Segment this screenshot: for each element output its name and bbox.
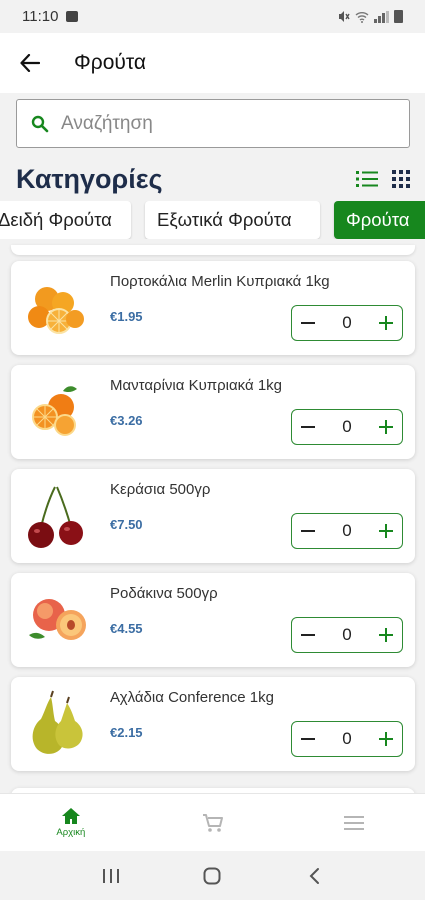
mute-icon	[339, 11, 350, 22]
categories-title: Κατηγορίες	[16, 163, 163, 194]
quantity-value: 0	[342, 729, 352, 748]
product-card[interactable]: Κεράσια 500γρ €7.50 0	[11, 469, 415, 563]
chevron-left-icon	[309, 867, 320, 884]
oranges-image	[28, 287, 84, 334]
minus-icon	[301, 530, 315, 532]
status-time: 11:10	[22, 8, 59, 25]
increment-button[interactable]	[370, 618, 402, 652]
minus-icon	[301, 426, 315, 428]
home-icon	[61, 808, 80, 824]
quantity-stepper: 0	[291, 513, 403, 549]
back-system-button[interactable]	[294, 856, 334, 896]
decrement-button[interactable]	[292, 306, 324, 340]
quantity-stepper: 0	[291, 305, 403, 341]
back-button[interactable]	[0, 33, 60, 93]
app-header: Φρούτα	[0, 33, 425, 93]
chip-label: Εξωτικά Φρούτα	[157, 209, 292, 230]
decrement-button[interactable]	[292, 410, 324, 444]
view-toggles	[356, 170, 410, 188]
increment-button[interactable]	[370, 722, 402, 756]
category-chips: Δειδή Φρούτα Εξωτικά Φρούτα Φρούτα	[0, 201, 425, 239]
decrement-button[interactable]	[292, 722, 324, 756]
search-input[interactable]	[61, 112, 381, 135]
minus-icon	[301, 738, 315, 740]
product-price: €4.55	[110, 621, 143, 636]
system-navigation-bar	[0, 851, 425, 900]
list-top-edge	[11, 245, 415, 255]
plus-icon	[379, 316, 393, 330]
signal-icon	[374, 10, 389, 23]
minus-icon	[301, 322, 315, 324]
content-area: Κατηγορίες Δειδή Φρούτα Εξωτικά Φρούτα Φ…	[0, 93, 425, 793]
product-name: Κεράσια 500γρ	[110, 481, 211, 498]
increment-button[interactable]	[370, 514, 402, 548]
search-box[interactable]	[16, 99, 410, 148]
plus-icon	[379, 524, 393, 538]
product-price: €7.50	[110, 517, 143, 532]
product-name: Αχλάδια Conference 1kg	[110, 689, 274, 706]
quantity-stepper: 0	[291, 617, 403, 653]
chip-label: Φρούτα	[346, 209, 410, 230]
cart-icon	[202, 813, 223, 832]
cherries-image	[28, 486, 83, 548]
product-name: Ροδάκινα 500γρ	[110, 585, 218, 602]
home-system-button[interactable]	[192, 856, 232, 896]
product-card[interactable]: Ροδάκινα 500γρ €4.55 0	[11, 573, 415, 667]
plus-icon	[379, 628, 393, 642]
increment-button[interactable]	[370, 306, 402, 340]
plus-icon	[379, 732, 393, 746]
chip-category-1[interactable]: Δειδή Φρούτα	[0, 201, 131, 239]
chip-exotic-fruits[interactable]: Εξωτικά Φρούτα	[145, 201, 320, 239]
product-name: Μανταρίνια Κυπριακά 1kg	[110, 377, 283, 394]
menu-icon	[344, 815, 365, 830]
grid-view-icon[interactable]	[392, 170, 410, 188]
peaches-image	[29, 599, 86, 640]
quantity-value: 0	[342, 521, 352, 540]
product-card[interactable]: Πορτοκάλια Merlin Κυπριακά 1kg €1.95 0	[11, 261, 415, 355]
list-view-icon[interactable]	[356, 170, 378, 188]
product-name: Πορτοκάλια Merlin Κυπριακά 1kg	[110, 273, 330, 290]
chip-fruits[interactable]: Φρούτα	[334, 201, 425, 239]
quantity-value: 0	[342, 417, 352, 436]
arrow-left-icon	[20, 54, 40, 72]
bottom-navigation: Αρχική	[0, 793, 425, 851]
mandarins-image	[32, 386, 77, 436]
nav-cart[interactable]	[142, 794, 284, 852]
recent-apps-icon	[102, 868, 119, 883]
decrement-button[interactable]	[292, 618, 324, 652]
product-card[interactable]: Μανταρίνια Κυπριακά 1kg €3.26 0	[11, 365, 415, 459]
quantity-stepper: 0	[291, 409, 403, 445]
page-title: Φρούτα	[74, 51, 147, 74]
product-price: €1.95	[110, 309, 143, 324]
categories-row: Κατηγορίες	[16, 159, 410, 199]
decrement-button[interactable]	[292, 514, 324, 548]
search-icon	[31, 115, 49, 132]
pears-image	[32, 690, 83, 754]
gallery-notification-icon	[66, 11, 79, 22]
chip-label: Δειδή Φρούτα	[0, 209, 112, 230]
wifi-icon	[355, 11, 369, 23]
battery-icon	[394, 10, 403, 23]
product-price: €2.15	[110, 725, 143, 740]
home-circle-icon	[203, 867, 221, 884]
minus-icon	[301, 634, 315, 636]
recent-apps-button[interactable]	[91, 856, 131, 896]
quantity-value: 0	[342, 313, 352, 332]
product-price: €3.26	[110, 413, 143, 428]
nav-home-label: Αρχική	[56, 827, 86, 838]
quantity-stepper: 0	[291, 721, 403, 757]
nav-menu[interactable]	[283, 794, 425, 852]
plus-icon	[379, 420, 393, 434]
nav-home[interactable]: Αρχική	[0, 794, 142, 852]
quantity-value: 0	[342, 625, 352, 644]
product-card[interactable]: Αχλάδια Conference 1kg €2.15 0	[11, 677, 415, 771]
increment-button[interactable]	[370, 410, 402, 444]
status-bar: 11:10	[0, 0, 425, 33]
